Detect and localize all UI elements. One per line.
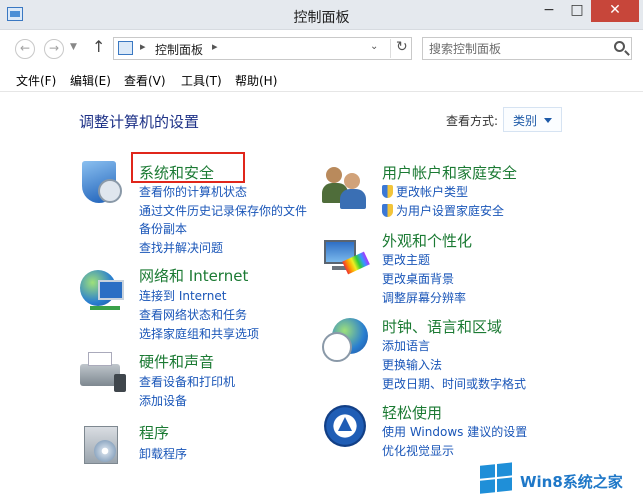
search-icon[interactable]	[614, 41, 625, 52]
uac-shield-icon	[382, 185, 393, 198]
network-internet-icon[interactable]	[80, 270, 128, 318]
address-dropdown-icon[interactable]: ⌄	[370, 41, 378, 52]
forward-button[interactable]: →	[44, 39, 64, 59]
maximize-button[interactable]: □	[563, 0, 591, 22]
category-title-programs[interactable]: 程序	[139, 422, 169, 443]
link-connect-internet[interactable]: 连接到 Internet	[139, 287, 226, 304]
link-add-language[interactable]: 添加语言	[382, 337, 430, 354]
category-title-user-accounts[interactable]: 用户帐户和家庭安全	[382, 162, 517, 183]
category-title-hardware-sound[interactable]: 硬件和声音	[139, 351, 214, 372]
link-view-computer-status[interactable]: 查看你的计算机状态	[139, 183, 247, 200]
recent-locations-dropdown-icon[interactable]: ▼	[70, 42, 77, 52]
view-by-dropdown[interactable]: 类别	[503, 107, 562, 132]
address-row: ← → ▼ ↑ ▸ 控制面板 ▸ ⌄ ↻	[0, 30, 643, 66]
watermark-text: Win8系统之家	[520, 473, 623, 491]
link-optimize-visual-display[interactable]: 优化视觉显示	[382, 442, 454, 459]
category-title-network-internet[interactable]: 网络和 Internet	[139, 265, 248, 286]
up-button[interactable]: ↑	[92, 37, 105, 56]
watermark: Win8系统之家	[478, 461, 643, 502]
link-change-account-type[interactable]: 更改帐户类型	[382, 183, 468, 200]
uac-shield-icon	[382, 204, 393, 217]
menu-tools[interactable]: 工具(T)	[181, 72, 222, 89]
menu-view[interactable]: 查看(V)	[124, 72, 166, 89]
link-change-theme[interactable]: 更改主题	[382, 251, 430, 268]
link-change-desktop-background[interactable]: 更改桌面背景	[382, 270, 454, 287]
link-file-history[interactable]: 通过文件历史记录保存你的文件	[139, 202, 307, 219]
windows-logo-icon	[480, 462, 514, 496]
link-network-status[interactable]: 查看网络状态和任务	[139, 306, 247, 323]
page-heading: 调整计算机的设置	[79, 113, 200, 131]
menu-help[interactable]: 帮助(H)	[235, 72, 277, 89]
category-title-appearance[interactable]: 外观和个性化	[382, 230, 472, 251]
dropdown-caret-icon	[544, 118, 552, 123]
menu-edit[interactable]: 编辑(E)	[70, 72, 111, 89]
link-date-time-format[interactable]: 更改日期、时间或数字格式	[382, 375, 526, 392]
breadcrumb-separator-icon[interactable]: ▸	[212, 40, 218, 53]
search-input[interactable]	[429, 40, 599, 57]
back-button[interactable]: ←	[15, 39, 35, 59]
link-backup[interactable]: 备份副本	[139, 220, 187, 237]
hardware-sound-icon[interactable]	[80, 350, 128, 398]
link-family-safety[interactable]: 为用户设置家庭安全	[382, 202, 504, 219]
view-by-value: 类别	[513, 114, 538, 128]
category-title-clock-language-region[interactable]: 时钟、语言和区域	[382, 316, 502, 337]
system-security-icon[interactable]	[80, 161, 128, 209]
ease-of-access-icon[interactable]	[322, 403, 370, 451]
minimize-button[interactable]: −	[535, 0, 563, 22]
category-title-ease-of-access[interactable]: 轻松使用	[382, 402, 442, 423]
refresh-button[interactable]: ↻	[390, 39, 408, 58]
link-screen-resolution[interactable]: 调整屏幕分辨率	[382, 289, 466, 306]
address-bar[interactable]: ▸ 控制面板 ▸ ⌄ ↻	[113, 37, 412, 60]
link-uninstall-program[interactable]: 卸载程序	[139, 445, 187, 462]
breadcrumb-separator-icon[interactable]: ▸	[140, 40, 146, 53]
programs-icon[interactable]	[80, 420, 128, 468]
link-recommended-settings[interactable]: 使用 Windows 建议的设置	[382, 423, 527, 440]
link-devices-printers[interactable]: 查看设备和打印机	[139, 373, 235, 390]
user-accounts-icon[interactable]	[322, 163, 370, 211]
breadcrumb-control-panel[interactable]: 控制面板	[155, 41, 203, 58]
appearance-personalization-icon[interactable]	[322, 236, 370, 284]
view-by-label: 查看方式:	[446, 114, 499, 128]
highlight-box	[131, 152, 245, 183]
clock-language-region-icon[interactable]	[322, 318, 370, 366]
search-box[interactable]	[422, 37, 632, 60]
close-button[interactable]: ✕	[591, 0, 639, 22]
link-add-device[interactable]: 添加设备	[139, 392, 187, 409]
link-change-account-type-label: 更改帐户类型	[396, 185, 469, 199]
title-bar: 控制面板 − □ ✕	[0, 0, 643, 30]
menu-file[interactable]: 文件(F)	[16, 72, 56, 89]
link-family-safety-label: 为用户设置家庭安全	[396, 204, 505, 218]
menu-bar: 文件(F) 编辑(E) 查看(V) 工具(T) 帮助(H)	[0, 66, 643, 92]
link-troubleshoot[interactable]: 查找并解决问题	[139, 239, 223, 256]
control-panel-icon	[118, 41, 133, 55]
link-change-input-method[interactable]: 更换输入法	[382, 356, 442, 373]
link-homegroup-sharing[interactable]: 选择家庭组和共享选项	[139, 325, 259, 342]
